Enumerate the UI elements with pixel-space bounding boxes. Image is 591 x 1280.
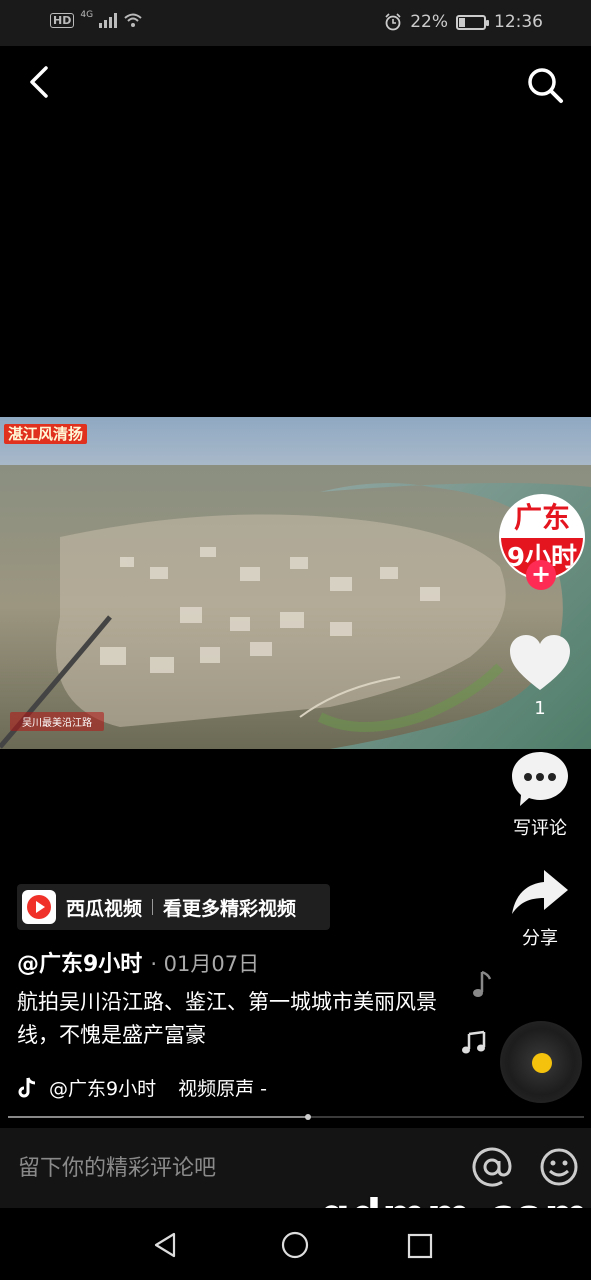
comment-icon	[512, 752, 568, 806]
music-author: @广东9小时	[49, 1078, 157, 1100]
like-button[interactable]: 1	[500, 634, 580, 719]
signal-icon	[99, 12, 118, 28]
promo-app-name: 西瓜视频	[66, 897, 143, 920]
music-disc[interactable]	[500, 1021, 582, 1103]
xigua-logo-icon	[22, 890, 56, 924]
disc-center	[532, 1053, 552, 1073]
system-nav-bar	[0, 1208, 591, 1280]
wifi-icon	[124, 13, 142, 27]
music-notes-icon	[462, 1030, 486, 1054]
xigua-promo-banner[interactable]: 西瓜视频 看更多精彩视频	[17, 884, 330, 930]
video-tag: 湛江风清扬	[4, 424, 88, 444]
share-button[interactable]: 分享	[500, 868, 580, 950]
clock: 12:36	[494, 12, 543, 32]
comment-label: 写评论	[513, 818, 567, 839]
author-line: @广东9小时 · 01月07日	[17, 946, 259, 978]
like-count: 1	[534, 698, 546, 719]
comment-input[interactable]	[18, 1152, 438, 1184]
share-label: 分享	[522, 928, 558, 949]
battery-percent: 22%	[410, 12, 448, 32]
nav-home-icon[interactable]	[280, 1230, 310, 1260]
progress-knob[interactable]	[304, 1114, 311, 1120]
share-icon	[512, 870, 568, 914]
emoji-icon[interactable]	[538, 1146, 580, 1188]
avatar-text-top: 广东	[513, 501, 570, 534]
network-type: 4G	[80, 10, 94, 20]
follow-button[interactable]: +	[526, 560, 556, 590]
battery-icon	[456, 14, 489, 30]
heart-icon	[510, 635, 570, 690]
status-bar: HD 4G 22% 12:36	[0, 0, 591, 46]
video-caption: 吴川最美沿江路	[10, 712, 104, 731]
progress-fill	[8, 1116, 308, 1118]
promo-divider	[152, 899, 154, 915]
nav-back-icon[interactable]	[150, 1230, 180, 1260]
promo-cta: 看更多精彩视频	[163, 897, 297, 920]
mention-icon[interactable]	[471, 1146, 513, 1188]
post-description: 航拍吴川沿江路、鉴江、第一城城市美丽风景线，不愧是盛产富豪	[17, 990, 437, 1047]
tiktok-note-icon	[18, 1076, 36, 1097]
video-progress[interactable]	[8, 1114, 584, 1120]
music-info[interactable]: @广东9小时 视频原声 -	[17, 1074, 267, 1101]
nav-recent-icon[interactable]	[406, 1232, 434, 1260]
author-name[interactable]: @广东9小时	[17, 952, 142, 977]
alarm-icon	[385, 13, 401, 31]
hd-badge: HD	[50, 12, 75, 28]
search-icon[interactable]	[522, 62, 568, 108]
comment-button[interactable]: 写评论	[500, 750, 580, 840]
post-date: · 01月07日	[150, 952, 260, 976]
music-title: 视频原声 -	[178, 1078, 267, 1100]
back-icon[interactable]	[22, 62, 62, 102]
music-note-icon	[473, 970, 492, 997]
